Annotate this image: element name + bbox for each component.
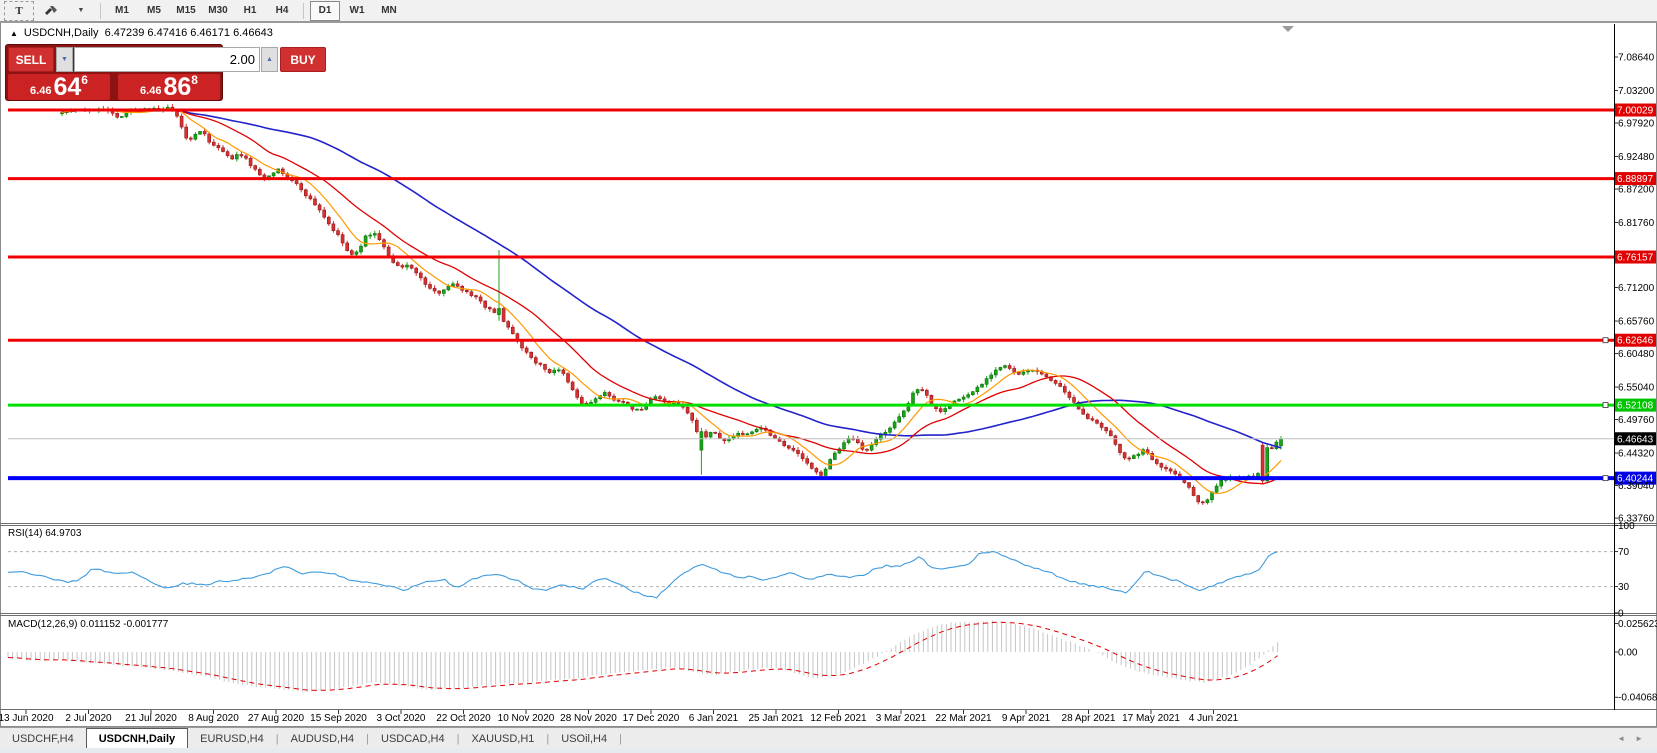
svg-text:22 Mar 2021: 22 Mar 2021 (935, 713, 992, 724)
timeframe-m5[interactable]: M5 (139, 1, 169, 21)
timeframe-mn[interactable]: MN (374, 1, 404, 21)
volume-input[interactable] (74, 47, 260, 72)
svg-text:13 Jun 2020: 13 Jun 2020 (0, 713, 54, 724)
sell-price-prefix: 6.46 (30, 84, 51, 99)
svg-text:7.03200: 7.03200 (1618, 86, 1655, 97)
status-bar (0, 748, 1657, 753)
volume-increase-button[interactable]: ▲ (261, 47, 278, 72)
svg-text:25 Jan 2021: 25 Jan 2021 (748, 713, 803, 724)
buy-price-display[interactable]: 6.46 86 8 (118, 74, 220, 100)
volume-stepper: ▼ ▲ (56, 47, 278, 72)
tab-audusd-h4[interactable]: AUDUSD,H4 (279, 728, 367, 749)
svg-text:-0.040687: -0.040687 (1618, 693, 1657, 704)
svg-text:0.00: 0.00 (1618, 648, 1638, 659)
svg-text:6.92480: 6.92480 (1618, 152, 1655, 163)
svg-text:2 Jul 2020: 2 Jul 2020 (65, 713, 112, 724)
macd-label: MACD(12,26,9) 0.011152 -0.001777 (8, 619, 168, 630)
svg-text:70: 70 (1618, 547, 1630, 558)
tab-usdcnh-daily-active[interactable]: USDCNH,Daily (86, 728, 188, 749)
timeframe-h4[interactable]: H4 (267, 1, 297, 21)
volume-decrease-button[interactable]: ▼ (56, 47, 73, 72)
svg-text:6.49760: 6.49760 (1618, 415, 1655, 426)
rsi-label: RSI(14) 64.9703 (8, 528, 81, 539)
buy-price-big: 86 (163, 76, 191, 99)
timeframe-m30[interactable]: M30 (203, 1, 233, 21)
svg-text:4 Jun 2021: 4 Jun 2021 (1189, 713, 1239, 724)
svg-text:27 Aug 2020: 27 Aug 2020 (248, 713, 305, 724)
svg-text:7.08640: 7.08640 (1618, 53, 1655, 64)
svg-text:0: 0 (1618, 608, 1624, 619)
svg-text:28 Apr 2021: 28 Apr 2021 (1062, 713, 1116, 724)
svg-text:17 May 2021: 17 May 2021 (1122, 713, 1180, 724)
svg-text:10 Nov 2020: 10 Nov 2020 (498, 713, 555, 724)
tab-usdcad-h4[interactable]: USDCAD,H4 (369, 728, 457, 749)
svg-text:6.71200: 6.71200 (1618, 283, 1655, 294)
chart-canvas[interactable]: 7.000296.888976.761576.626466.521086.466… (0, 0, 1657, 753)
svg-text:7.00029: 7.00029 (1617, 106, 1654, 117)
tab-usoil-h4[interactable]: USOil,H4 (549, 728, 619, 749)
svg-text:3 Oct 2020: 3 Oct 2020 (377, 713, 426, 724)
tab-usdchf-h4[interactable]: USDCHF,H4 (0, 728, 86, 749)
svg-text:100: 100 (1618, 521, 1635, 532)
svg-text:6.88897: 6.88897 (1617, 174, 1654, 185)
tab-divider: | (619, 728, 622, 749)
timeframe-m15[interactable]: M15 (171, 1, 201, 21)
one-click-trading-panel: SELL ▼ ▲ BUY 6.46 64 6 6.46 86 8 (5, 44, 223, 101)
svg-text:6.76157: 6.76157 (1617, 253, 1654, 264)
svg-text:6.46643: 6.46643 (1617, 434, 1654, 445)
chart-tool-dropdown[interactable]: ▼ (68, 1, 94, 21)
timeframe-m1[interactable]: M1 (107, 1, 137, 21)
svg-text:6.65760: 6.65760 (1618, 317, 1655, 328)
timeframe-h1[interactable]: H1 (235, 1, 265, 21)
svg-text:6.97920: 6.97920 (1618, 119, 1655, 130)
svg-text:6.62646: 6.62646 (1617, 336, 1654, 347)
svg-text:17 Dec 2020: 17 Dec 2020 (623, 713, 680, 724)
svg-text:6.39040: 6.39040 (1618, 481, 1655, 492)
tab-eurusd-h4[interactable]: EURUSD,H4 (188, 728, 276, 749)
sell-price-pipette: 6 (81, 75, 88, 85)
svg-text:15 Sep 2020: 15 Sep 2020 (310, 713, 367, 724)
svg-text:30: 30 (1618, 582, 1630, 593)
svg-text:8 Aug 2020: 8 Aug 2020 (188, 713, 239, 724)
sell-price-big: 64 (53, 76, 81, 99)
svg-text:6.81760: 6.81760 (1618, 218, 1655, 229)
chart-tab-bar: USDCHF,H4 USDCNH,Daily EURUSD,H4 | AUDUS… (0, 727, 1657, 749)
chart-title: ▲ USDCNH,Daily 6.47239 6.47416 6.46171 6.… (10, 27, 273, 39)
svg-text:6.87200: 6.87200 (1618, 185, 1655, 196)
svg-text:6 Jan 2021: 6 Jan 2021 (689, 713, 739, 724)
toolbar-separator (303, 3, 304, 19)
svg-text:6.55040: 6.55040 (1618, 383, 1655, 394)
arrange-charts-button[interactable] (36, 1, 66, 21)
tab-scroll-left-icon[interactable]: ◄ (1617, 734, 1625, 743)
svg-text:22 Oct 2020: 22 Oct 2020 (436, 713, 491, 724)
symbol-label: USDCNH,Daily (24, 27, 99, 39)
chart-frame (0, 23, 1657, 753)
sell-price-display[interactable]: 6.46 64 6 (8, 74, 110, 100)
text-tool-button[interactable]: T (4, 1, 34, 21)
toolbar-separator (100, 3, 101, 19)
ohlc-values: 6.47239 6.47416 6.46171 6.46643 (105, 27, 273, 39)
sell-button[interactable]: SELL (8, 47, 54, 72)
svg-text:28 Nov 2020: 28 Nov 2020 (560, 713, 617, 724)
timeframe-w1[interactable]: W1 (342, 1, 372, 21)
svg-text:3 Mar 2021: 3 Mar 2021 (876, 713, 927, 724)
svg-text:9 Apr 2021: 9 Apr 2021 (1002, 713, 1051, 724)
buy-price-pipette: 8 (191, 75, 198, 85)
svg-text:21 Jul 2020: 21 Jul 2020 (125, 713, 177, 724)
arrange-charts-icon (44, 5, 58, 17)
buy-price-prefix: 6.46 (140, 84, 161, 99)
svg-text:0.025623: 0.025623 (1618, 619, 1657, 630)
top-toolbar: T ▼ M1 M5 M15 M30 H1 H4 D1 W1 MN (0, 0, 1657, 23)
collapse-triangle-icon[interactable]: ▲ (10, 29, 18, 38)
timeframe-d1-active[interactable]: D1 (310, 1, 340, 21)
svg-text:6.60480: 6.60480 (1618, 349, 1655, 360)
svg-text:12 Feb 2021: 12 Feb 2021 (810, 713, 867, 724)
tab-xauusd-h1[interactable]: XAUUSD,H1 (459, 728, 546, 749)
svg-text:6.52108: 6.52108 (1617, 401, 1654, 412)
tab-scroll-right-icon[interactable]: ► (1635, 734, 1643, 743)
svg-text:6.44320: 6.44320 (1618, 449, 1655, 460)
buy-button[interactable]: BUY (280, 47, 326, 72)
